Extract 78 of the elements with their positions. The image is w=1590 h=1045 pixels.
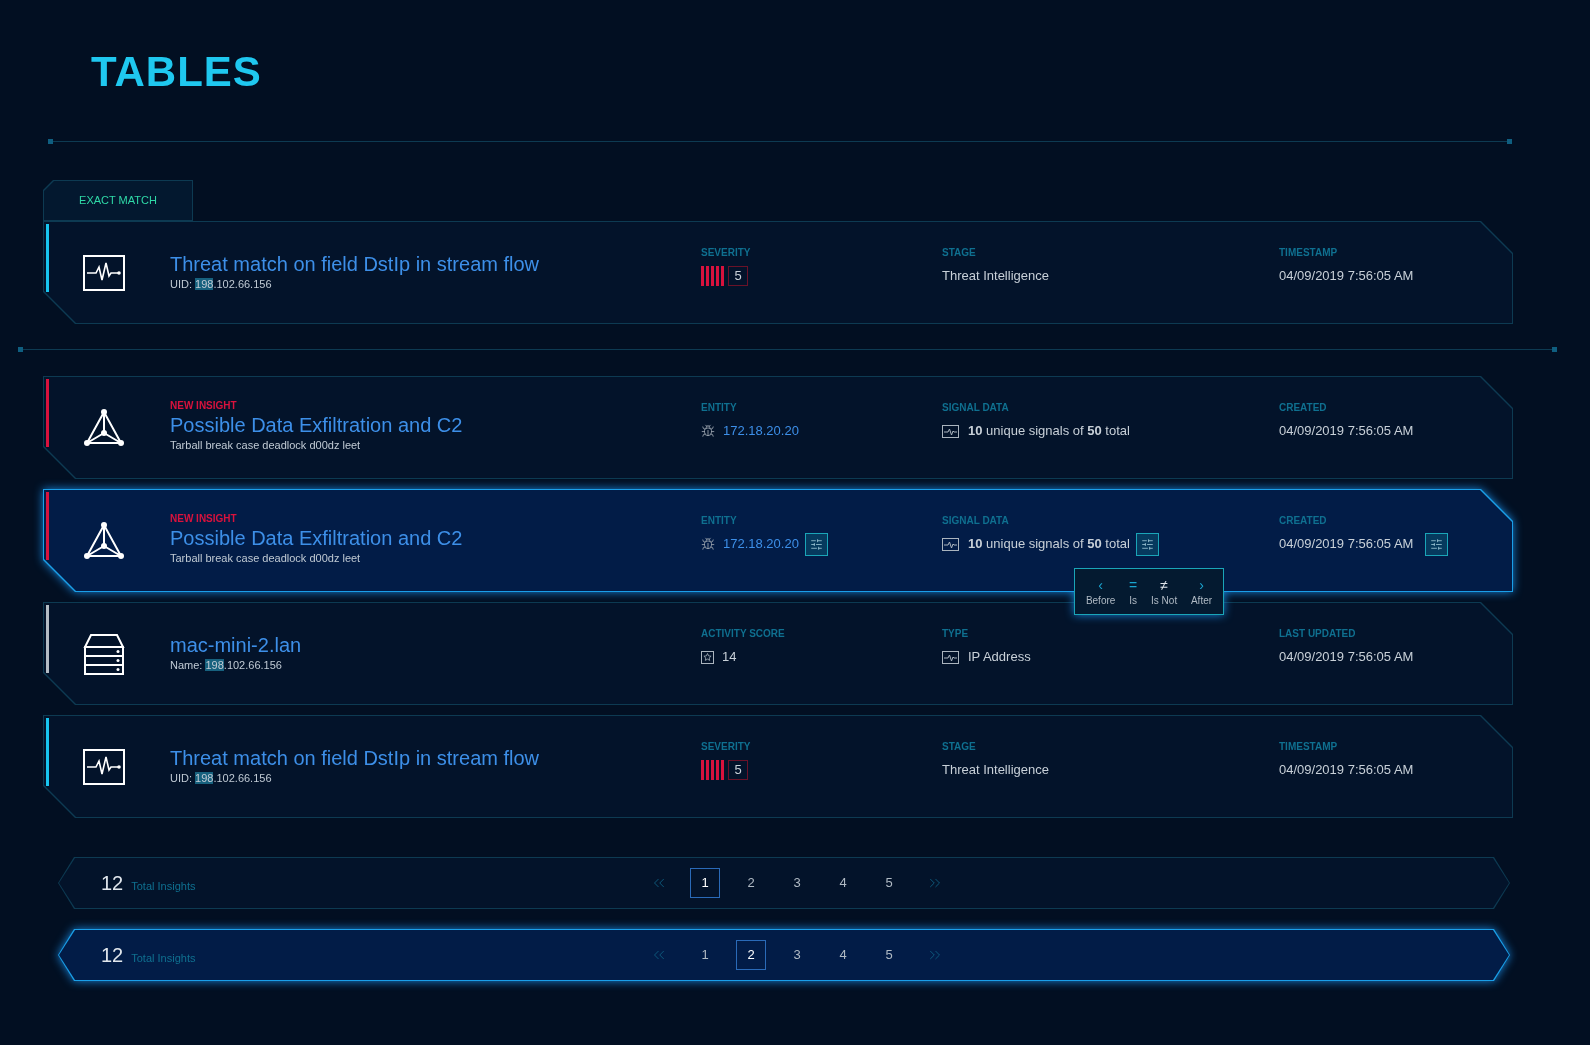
field-label: ENTITY (701, 515, 738, 527)
field-value: Threat Intelligence (942, 267, 1049, 286)
page-button[interactable]: 4 (828, 868, 858, 898)
page-title: TABLES (91, 48, 263, 96)
filter-button[interactable] (804, 532, 828, 556)
card-subtitle: UID: 198.102.66.156 (170, 771, 273, 786)
field-value: 04/09/2019 7:56:05 AM (1279, 535, 1414, 554)
insight-tag: NEW INSIGHT (170, 513, 701, 525)
page-button[interactable]: 3 (782, 868, 812, 898)
result-card[interactable]: NEW INSIGHT Possible Data Exfiltration and C2 Tarball break case deadlock d00dz leet ENTITY 172.18.20.20 SIGNAL DATA 10 unique signals of 50 total CREATED 04/09/2019 7:56:05 AM (43, 376, 1513, 479)
field-value: 04/09/2019 7:56:05 AM (1279, 267, 1414, 286)
total-count: 12 (101, 871, 124, 896)
pulse-icon (942, 537, 959, 551)
signal-summary: 10 unique signals of 50 total (968, 535, 1130, 554)
field-label: TYPE (942, 628, 970, 640)
field-label: TIMESTAMP (1279, 247, 1339, 259)
server-icon (83, 632, 125, 675)
card-title[interactable]: Threat match on field DstIp in stream flow (170, 251, 701, 277)
page-button[interactable]: 4 (828, 940, 858, 970)
total-label: Total Insights (131, 879, 196, 894)
field-label: ENTITY (701, 402, 738, 414)
field-label: CREATED (1279, 515, 1328, 527)
signal-summary: 10 unique signals of 50 total (968, 422, 1130, 441)
network-icon (83, 520, 125, 561)
card-title[interactable]: mac-mini-2.lan (170, 632, 701, 658)
total-count: 12 (101, 943, 124, 968)
result-card[interactable]: Threat match on field DstIp in stream flow UID: 198.102.66.156 SEVERITY 5 STAGE Threat Intelligence TIMESTAMP 04/09/2019 7:56:05 AM (43, 715, 1513, 818)
exact-match-tab[interactable]: EXACT MATCH (43, 180, 193, 221)
card-title[interactable]: Threat match on field DstIp in stream flow (170, 745, 701, 771)
field-value: 04/09/2019 7:56:05 AM (1279, 648, 1414, 667)
type-value: IP Address (968, 648, 1031, 667)
field-value: 04/09/2019 7:56:05 AM (1279, 761, 1414, 780)
page-button[interactable]: 5 (874, 940, 904, 970)
activity-score: 14 (722, 648, 737, 667)
field-label: CREATED (1279, 402, 1328, 414)
severity-value: 5 (728, 266, 748, 286)
bug-icon (701, 537, 715, 551)
field-label: STAGE (942, 741, 977, 753)
page-button[interactable]: 3 (782, 940, 812, 970)
field-label: ACTIVITY SCORE (701, 628, 786, 640)
field-label: SIGNAL DATA (942, 402, 1010, 414)
page-button[interactable]: 1 (690, 940, 720, 970)
card-subtitle: UID: 198.102.66.156 (170, 277, 273, 292)
insight-tag: NEW INSIGHT (170, 400, 701, 412)
severity-value: 5 (728, 760, 748, 780)
field-value: Threat Intelligence (942, 761, 1049, 780)
field-label: SIGNAL DATA (942, 515, 1010, 527)
result-card[interactable]: Threat match on field DstIp in stream flow UID: 198.102.66.156 SEVERITY 5 STAGE Threat Intelligence TIMESTAMP 04/09/2019 7:56:05 AM (43, 221, 1513, 324)
page-button[interactable]: 2 (736, 940, 766, 970)
field-value: 04/09/2019 7:56:05 AM (1279, 422, 1414, 441)
pulse-icon (83, 748, 125, 785)
pulse-icon (942, 424, 959, 438)
star-icon (701, 650, 714, 664)
page-button[interactable]: 2 (736, 868, 766, 898)
page-button[interactable]: 1 (690, 868, 720, 898)
pulse-icon (942, 650, 959, 664)
card-title[interactable]: Possible Data Exfiltration and C2 (170, 412, 701, 438)
filter-button[interactable] (1425, 532, 1449, 556)
field-label: LAST UPDATED (1279, 628, 1357, 640)
filter-icon (1430, 537, 1444, 551)
card-subtitle: Tarball break case deadlock d00dz leet (170, 438, 362, 453)
total-label: Total Insights (131, 951, 196, 966)
page-button[interactable]: 5 (874, 868, 904, 898)
bug-icon (701, 424, 715, 438)
network-icon (83, 407, 125, 448)
card-subtitle: Tarball break case deadlock d00dz leet (170, 551, 362, 566)
field-label: STAGE (942, 247, 977, 259)
filter-button[interactable] (1135, 532, 1159, 556)
pulse-icon (83, 254, 125, 291)
filter-icon (809, 537, 823, 551)
card-subtitle: Name: 198.102.66.156 (170, 658, 283, 673)
field-label: SEVERITY (701, 741, 752, 753)
field-label: TIMESTAMP (1279, 741, 1339, 753)
filter-icon (1140, 537, 1154, 551)
entity-link[interactable]: 172.18.20.20 (723, 534, 799, 554)
entity-link[interactable]: 172.18.20.20 (723, 421, 799, 441)
card-title[interactable]: Possible Data Exfiltration and C2 (170, 525, 701, 551)
field-label: SEVERITY (701, 247, 752, 259)
